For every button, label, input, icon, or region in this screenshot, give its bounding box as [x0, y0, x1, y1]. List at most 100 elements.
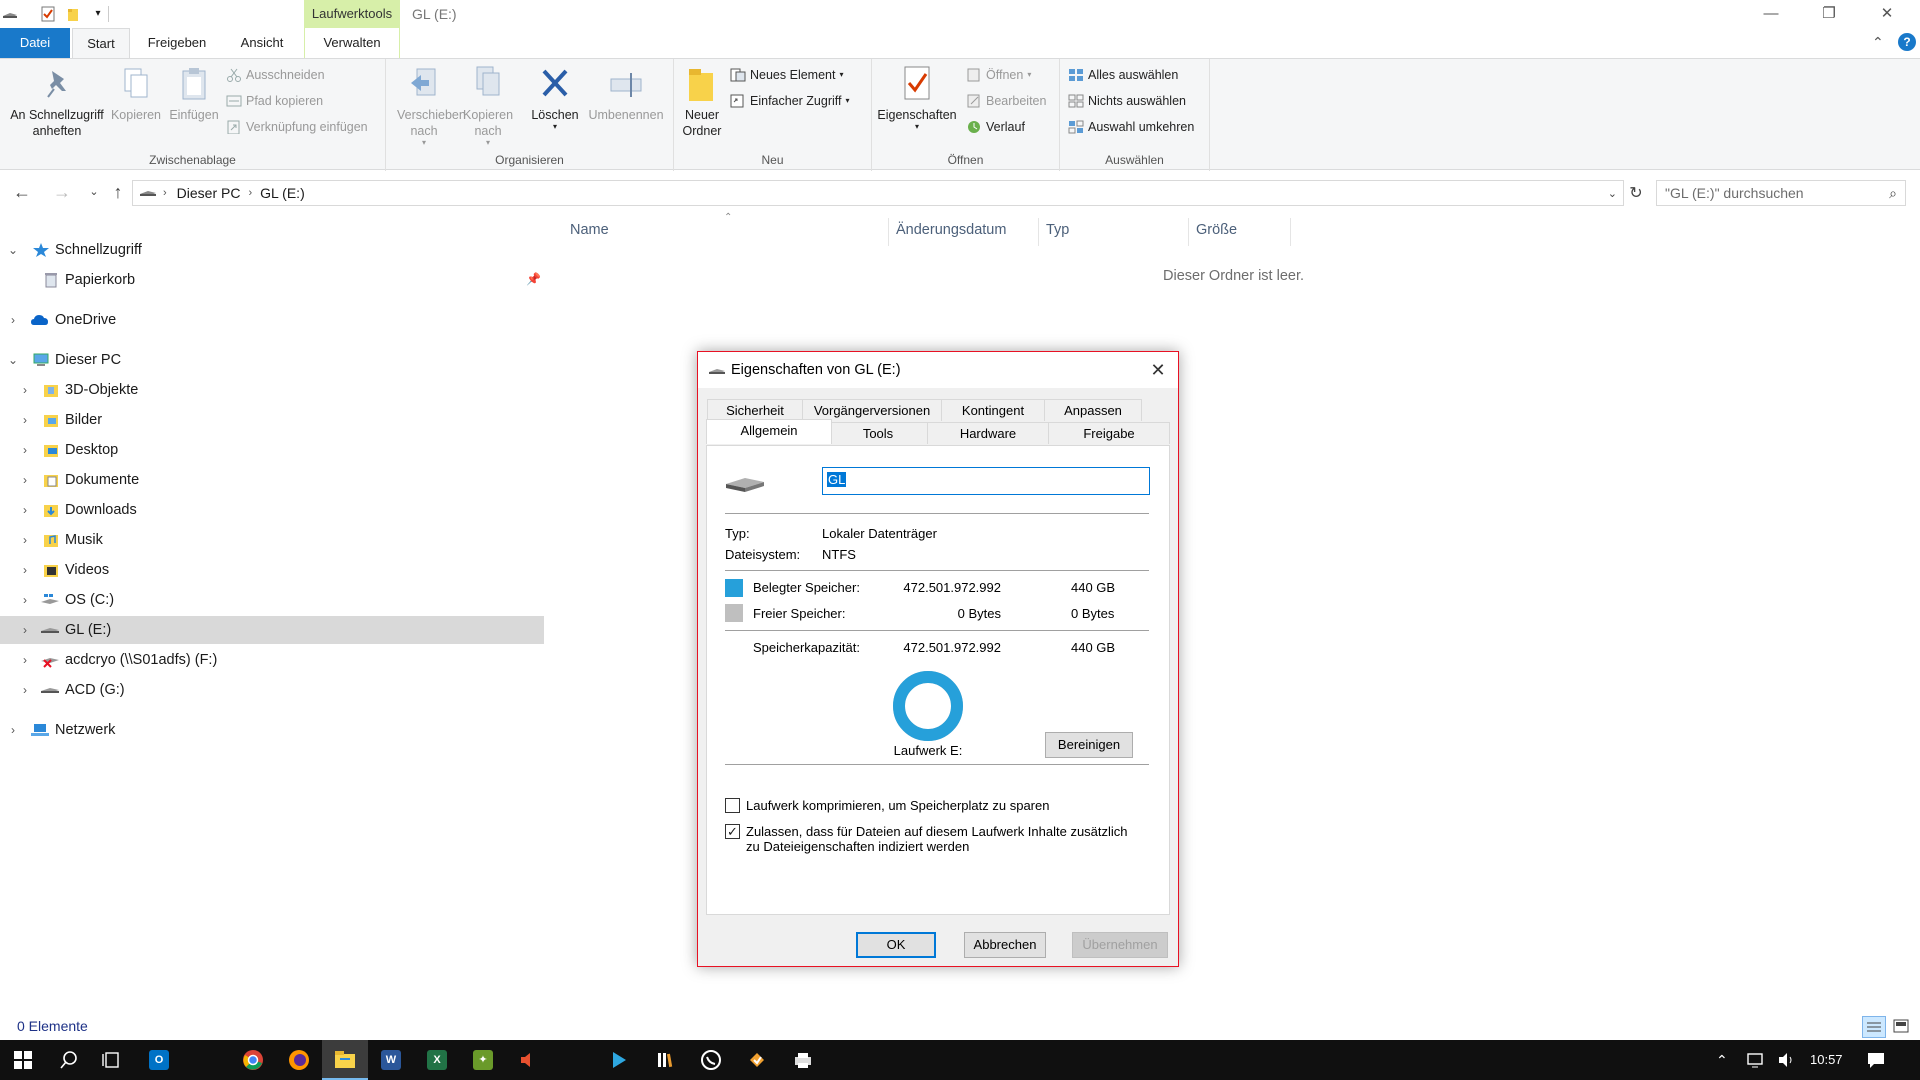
- nav-videos[interactable]: › Videos: [0, 556, 544, 584]
- maximize-button[interactable]: ❐: [1800, 0, 1858, 28]
- network-status-icon[interactable]: [1746, 1050, 1766, 1073]
- search-button[interactable]: [46, 1040, 92, 1080]
- copy-path-button[interactable]: Pfad kopieren: [226, 91, 323, 111]
- new-item-button[interactable]: Neues Element ▾: [730, 65, 843, 85]
- paste-button[interactable]: Einfügen: [166, 65, 222, 123]
- pin-icon[interactable]: 📌: [526, 272, 541, 286]
- tab-start[interactable]: Start: [72, 28, 130, 58]
- taskbar-file-explorer[interactable]: [322, 1040, 368, 1080]
- refresh-icon[interactable]: ↻: [1626, 184, 1646, 204]
- new-folder-qat-icon[interactable]: [66, 6, 82, 22]
- tab-ansicht[interactable]: Ansicht: [224, 28, 300, 58]
- column-header-name[interactable]: Name: [570, 222, 609, 238]
- tab-allgemein[interactable]: Allgemein: [706, 419, 832, 444]
- chevron-right-icon[interactable]: ›: [19, 443, 31, 457]
- taskbar-whatsapp[interactable]: [688, 1040, 734, 1080]
- taskbar-firefox[interactable]: [276, 1040, 322, 1080]
- clock[interactable]: 10:57: [1810, 1040, 1843, 1080]
- open-button[interactable]: Öffnen ▾: [966, 65, 1031, 85]
- index-checkbox[interactable]: ✓: [725, 824, 740, 839]
- address-bar[interactable]: › Dieser PC › GL (E:) ⌄: [132, 180, 1624, 206]
- nav-desktop[interactable]: › Desktop: [0, 436, 544, 464]
- compress-checkbox[interactable]: [725, 798, 740, 813]
- move-to-button[interactable]: Verschieben nach ▾: [390, 65, 466, 147]
- drive-name-input[interactable]: GL: [822, 467, 1150, 495]
- nav-3d-objects[interactable]: › 3D-Objekte: [0, 376, 544, 404]
- tab-hardware[interactable]: Hardware: [927, 422, 1049, 444]
- chevron-right-icon[interactable]: ›: [19, 623, 31, 637]
- column-header-date[interactable]: Änderungsdatum: [896, 222, 1006, 238]
- column-divider[interactable]: [1188, 218, 1189, 246]
- properties-button[interactable]: Eigenschaften ▾: [874, 65, 960, 131]
- volume-icon[interactable]: [1776, 1050, 1796, 1073]
- cut-button[interactable]: Ausschneiden: [226, 65, 325, 85]
- nav-acdcryo-f[interactable]: › acdcryo (\\S01adfs) (F:): [0, 646, 544, 674]
- nav-gl-e[interactable]: › GL (E:): [0, 616, 544, 644]
- new-folder-button[interactable]: Neuer Ordner: [676, 65, 728, 139]
- large-icons-view-icon[interactable]: [1890, 1016, 1914, 1038]
- nav-onedrive[interactable]: › OneDrive: [0, 306, 544, 334]
- edit-button[interactable]: Bearbeiten: [966, 91, 1046, 111]
- taskbar-app-green[interactable]: ✦: [460, 1040, 506, 1080]
- nav-music[interactable]: › Musik: [0, 526, 544, 554]
- taskbar-printer[interactable]: [780, 1040, 826, 1080]
- tab-freigeben[interactable]: Freigeben: [136, 28, 218, 58]
- taskbar-library[interactable]: [642, 1040, 688, 1080]
- recent-locations-icon[interactable]: ⌄: [82, 180, 106, 204]
- cleanup-button[interactable]: Bereinigen: [1045, 732, 1133, 758]
- nav-documents[interactable]: › Dokumente: [0, 466, 544, 494]
- nav-network[interactable]: › Netzwerk: [0, 716, 544, 744]
- apply-button[interactable]: Übernehmen: [1072, 932, 1168, 958]
- breadcrumb-gl-e[interactable]: GL (E:): [260, 185, 305, 201]
- history-button[interactable]: Verlauf: [966, 117, 1025, 137]
- chevron-right-icon[interactable]: ›: [7, 723, 19, 737]
- start-button[interactable]: [0, 1040, 46, 1080]
- tab-sicherheit[interactable]: Sicherheit: [707, 399, 803, 421]
- column-header-type[interactable]: Typ: [1046, 222, 1069, 238]
- breadcrumb-dieser-pc[interactable]: Dieser PC: [177, 185, 241, 201]
- column-divider[interactable]: [1038, 218, 1039, 246]
- chevron-right-icon[interactable]: ›: [7, 313, 19, 327]
- taskbar-app-play[interactable]: [596, 1040, 642, 1080]
- taskbar-outlook[interactable]: O: [136, 1040, 182, 1080]
- chevron-right-icon[interactable]: ›: [19, 563, 31, 577]
- properties-qat-icon[interactable]: [40, 6, 56, 22]
- select-none-button[interactable]: Nichts auswählen: [1068, 91, 1186, 111]
- show-hidden-icons-icon[interactable]: ⌃: [1716, 1052, 1728, 1069]
- taskbar-chrome[interactable]: [230, 1040, 276, 1080]
- taskbar-word[interactable]: W: [368, 1040, 414, 1080]
- tab-vorgaengerversionen[interactable]: Vorgängerversionen: [802, 399, 942, 421]
- copy-button[interactable]: Kopieren: [108, 65, 164, 123]
- tab-tools[interactable]: Tools: [828, 422, 928, 444]
- chevron-right-icon[interactable]: ›: [19, 473, 31, 487]
- column-divider[interactable]: [1290, 218, 1291, 246]
- chevron-down-icon[interactable]: ⌄: [7, 353, 19, 367]
- chevron-right-icon[interactable]: ›: [19, 533, 31, 547]
- index-label[interactable]: Zulassen, dass für Dateien auf diesem La…: [746, 824, 1128, 854]
- chevron-right-icon[interactable]: ›: [19, 413, 31, 427]
- tab-datei[interactable]: Datei: [0, 28, 70, 58]
- chevron-down-icon[interactable]: ⌄: [7, 243, 19, 257]
- easy-access-button[interactable]: Einfacher Zugriff ▾: [730, 91, 850, 111]
- nav-os-c[interactable]: › OS (C:): [0, 586, 544, 614]
- taskbar-excel[interactable]: X: [414, 1040, 460, 1080]
- column-divider[interactable]: [888, 218, 889, 246]
- nav-acd-g[interactable]: › ACD (G:): [0, 676, 544, 704]
- minimize-button[interactable]: —: [1742, 0, 1800, 28]
- chevron-right-icon[interactable]: ›: [19, 683, 31, 697]
- customize-qat-icon[interactable]: ▾: [90, 6, 106, 22]
- pin-quick-access-button[interactable]: An Schnellzugriff anheften: [4, 65, 110, 139]
- nav-quick-access[interactable]: ⌄ Schnellzugriff: [0, 236, 544, 264]
- tab-anpassen[interactable]: Anpassen: [1044, 399, 1142, 421]
- taskbar-app-tools[interactable]: [734, 1040, 780, 1080]
- delete-button[interactable]: Löschen ▾: [528, 65, 582, 131]
- tab-freigabe[interactable]: Freigabe: [1048, 422, 1170, 444]
- invert-selection-button[interactable]: Auswahl umkehren: [1068, 117, 1194, 137]
- tab-verwalten[interactable]: Verwalten: [304, 28, 400, 58]
- back-arrow-icon[interactable]: ←: [10, 180, 34, 204]
- column-header-size[interactable]: Größe: [1196, 222, 1237, 238]
- action-center-icon[interactable]: [1866, 1050, 1886, 1073]
- close-window-button[interactable]: ✕: [1858, 0, 1916, 28]
- paste-shortcut-button[interactable]: Verknüpfung einfügen: [226, 117, 368, 137]
- cancel-button[interactable]: Abbrechen: [964, 932, 1046, 958]
